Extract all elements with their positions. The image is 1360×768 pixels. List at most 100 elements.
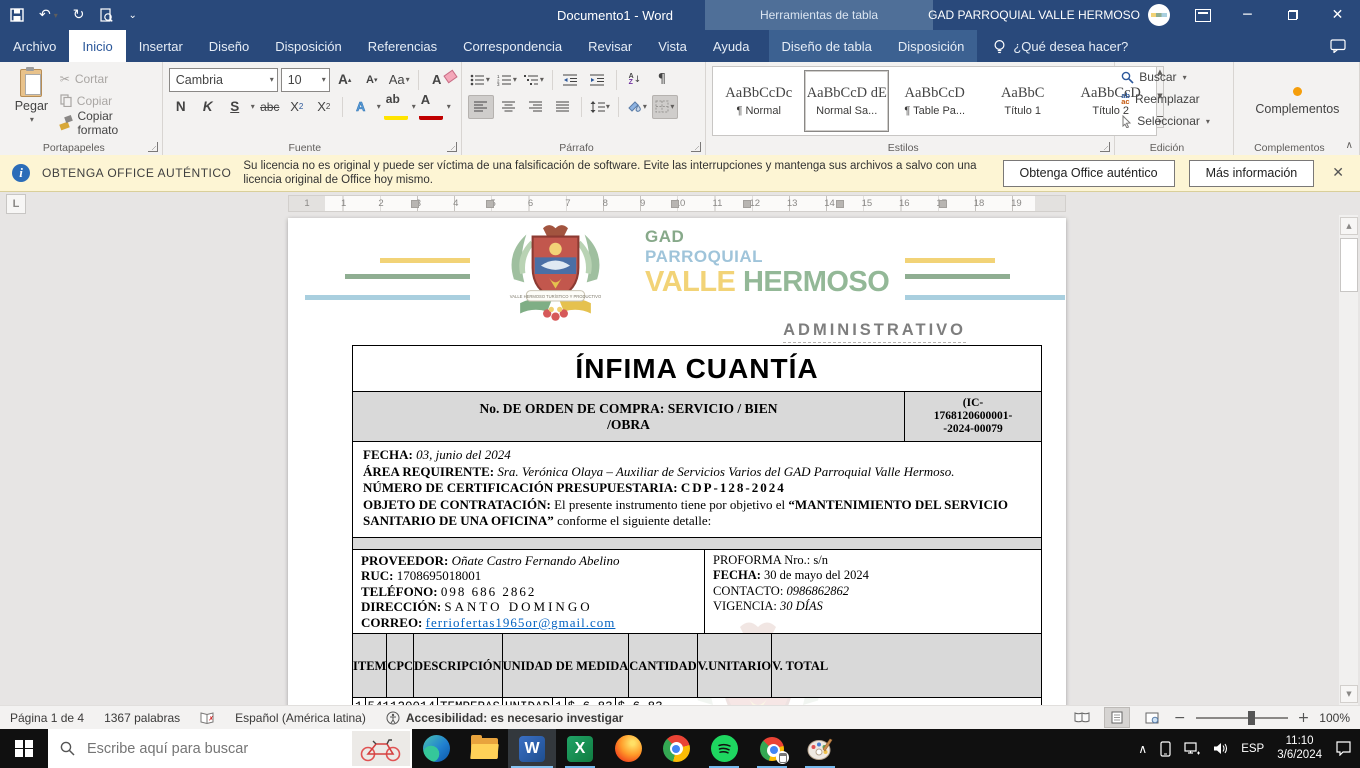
document-page[interactable]: GAD PARROQUIAL VALLE HERMOSO ADMINISTRAT… <box>288 218 1066 705</box>
volume-icon[interactable] <box>1213 742 1228 755</box>
tell-me-box[interactable]: ¿Qué desea hacer? <box>993 30 1128 62</box>
shading-button[interactable]: ▾ <box>625 96 649 118</box>
close-icon[interactable]: ✕ <box>1315 0 1360 30</box>
line-spacing-button[interactable]: ▾ <box>588 96 612 118</box>
table-column-marker-icon[interactable] <box>743 200 751 208</box>
table-column-marker-icon[interactable] <box>486 200 494 208</box>
table-column-marker-icon[interactable] <box>836 200 844 208</box>
multilevel-list-button[interactable]: ▾ <box>522 69 546 91</box>
numbering-button[interactable]: 123▾ <box>495 69 519 91</box>
zoom-slider[interactable] <box>1196 717 1288 719</box>
style-card[interactable]: AaBbC Título 1 <box>980 70 1065 132</box>
start-button[interactable] <box>0 729 48 768</box>
text-effects-button[interactable]: A <box>349 96 373 118</box>
strikethrough-button[interactable]: abc <box>258 96 282 118</box>
table-column-marker-icon[interactable] <box>411 200 419 208</box>
taskbar-chrome-app[interactable] <box>748 729 796 768</box>
font-color-button[interactable]: A <box>419 94 443 120</box>
bold-button[interactable]: N <box>169 96 193 118</box>
align-center-button[interactable] <box>497 96 521 118</box>
language-indicator[interactable]: Español (América latina) <box>235 711 366 725</box>
tab-correspondencia[interactable]: Correspondencia <box>450 30 575 62</box>
styles-dialog-launcher-icon[interactable] <box>1100 142 1110 152</box>
superscript-button[interactable]: X2 <box>312 96 336 118</box>
font-name-combo[interactable]: Cambria▾ <box>169 68 278 92</box>
get-genuine-office-button[interactable]: Obtenga Office auténtico <box>1003 160 1175 187</box>
tab-diseno[interactable]: Diseño <box>196 30 262 62</box>
customize-qat-icon[interactable]: ⌄ <box>128 10 136 21</box>
comments-icon[interactable] <box>1330 30 1360 62</box>
banner-close-icon[interactable]: ✕ <box>1328 165 1348 181</box>
minimize-icon[interactable]: ─ <box>1225 0 1270 30</box>
taskbar-edge[interactable] <box>412 729 460 768</box>
clock[interactable]: 11:10 3/6/2024 <box>1277 735 1322 762</box>
taskbar-chrome[interactable] <box>652 729 700 768</box>
undo-button[interactable]: ↶▾ <box>39 7 58 23</box>
addins-button[interactable]: Complementos <box>1255 87 1339 116</box>
collapse-ribbon-icon[interactable]: ∧ <box>1346 140 1353 151</box>
increase-indent-button[interactable] <box>586 69 610 91</box>
save-icon[interactable] <box>10 8 24 22</box>
tab-inicio[interactable]: Inicio <box>69 30 125 62</box>
table-column-marker-icon[interactable] <box>671 200 679 208</box>
style-card[interactable]: AaBbCcDc ¶ Normal <box>716 70 801 132</box>
grow-font-button[interactable]: A▴ <box>333 69 357 91</box>
highlight-caret-icon[interactable]: ▾ <box>412 102 416 111</box>
account-area[interactable]: GAD PARROQUIAL VALLE HERMOSO <box>928 0 1170 30</box>
input-language[interactable]: ESP <box>1241 743 1264 755</box>
font-color-caret-icon[interactable]: ▾ <box>447 102 451 111</box>
clipboard-dialog-launcher-icon[interactable] <box>148 142 158 152</box>
taskbar-search[interactable] <box>48 729 412 768</box>
select-button[interactable]: Seleccionar▾ <box>1121 111 1229 131</box>
zoom-slider-thumb[interactable] <box>1248 711 1255 725</box>
tab-vista[interactable]: Vista <box>645 30 700 62</box>
page-indicator[interactable]: Página 1 de 4 <box>10 711 84 725</box>
proofing-errors-icon[interactable]: ✗ <box>200 711 215 725</box>
more-info-button[interactable]: Más información <box>1189 160 1315 187</box>
network-icon[interactable] <box>1184 742 1200 756</box>
shrink-font-button[interactable]: A▾ <box>360 69 384 91</box>
font-dialog-launcher-icon[interactable] <box>447 142 457 152</box>
restore-icon[interactable] <box>1270 0 1315 30</box>
text-effects-caret-icon[interactable]: ▾ <box>377 102 381 111</box>
paste-button[interactable]: Pegar ▾ <box>6 66 57 139</box>
accessibility-status[interactable]: Accesibilidad: es necesario investigar <box>386 711 623 725</box>
vertical-scrollbar[interactable]: ▲ ▼ <box>1339 215 1358 705</box>
tab-revisar[interactable]: Revisar <box>575 30 645 62</box>
clear-formatting-button[interactable]: A <box>425 69 449 91</box>
phone-icon[interactable] <box>1160 741 1171 757</box>
ribbon-display-options-icon[interactable] <box>1180 0 1225 30</box>
bullets-button[interactable]: ▾ <box>468 69 492 91</box>
highlight-button[interactable]: ab <box>384 94 408 120</box>
scrollbar-thumb[interactable] <box>1340 238 1358 292</box>
zoom-level[interactable]: 100% <box>1319 711 1350 725</box>
search-highlight-image[interactable] <box>352 731 410 766</box>
web-layout-icon[interactable] <box>1140 708 1164 727</box>
taskbar-firefox[interactable] <box>604 729 652 768</box>
tab-referencias[interactable]: Referencias <box>355 30 450 62</box>
align-left-button[interactable] <box>468 95 494 119</box>
word-count[interactable]: 1367 palabras <box>104 711 180 725</box>
notification-icon[interactable] <box>1335 741 1352 756</box>
font-size-combo[interactable]: 10▾ <box>281 68 330 92</box>
search-input[interactable] <box>85 740 289 758</box>
tab-diseno-de-tabla[interactable]: Diseño de tabla <box>769 30 885 62</box>
tab-stop-selector[interactable]: L <box>6 194 26 214</box>
sort-button[interactable]: AZ↓ <box>623 69 647 91</box>
taskbar-paint[interactable] <box>796 729 844 768</box>
tab-ayuda[interactable]: Ayuda <box>700 30 763 62</box>
borders-button[interactable]: ▾ <box>652 95 678 119</box>
decrease-indent-button[interactable] <box>559 69 583 91</box>
tab-disposicion-tabla[interactable]: Disposición <box>885 30 977 62</box>
horizontal-ruler[interactable]: 1 12345678910111213141516171819 <box>288 195 1066 212</box>
taskbar-word[interactable]: W <box>508 729 556 768</box>
replace-button[interactable]: abac Reemplazar <box>1121 89 1229 109</box>
email-link[interactable]: ferriofertas1965or@gmail.com <box>426 615 616 630</box>
italic-button[interactable]: K <box>196 96 220 118</box>
taskbar-excel[interactable]: X <box>556 729 604 768</box>
style-card[interactable]: AaBbCcD dE Normal Sa... <box>804 70 889 132</box>
taskbar-file-explorer[interactable] <box>460 729 508 768</box>
tab-insertar[interactable]: Insertar <box>126 30 196 62</box>
tray-chevron-icon[interactable]: ∧ <box>1138 742 1147 756</box>
zoom-out-icon[interactable]: − <box>1174 710 1186 726</box>
